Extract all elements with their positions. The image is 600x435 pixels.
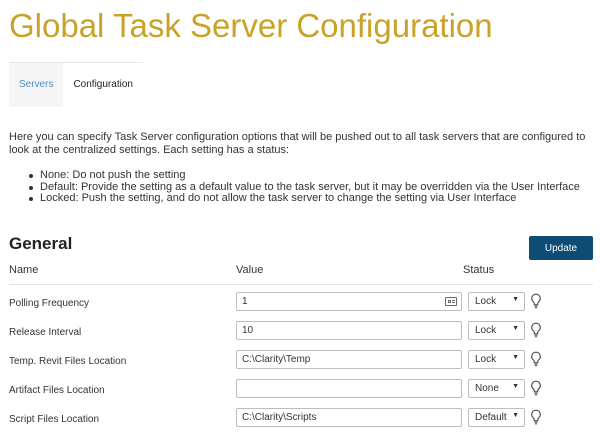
script-files-location-status-select[interactable]: Default ▼: [468, 408, 525, 427]
lightbulb-icon[interactable]: [530, 409, 542, 425]
tab-servers[interactable]: Servers: [9, 63, 64, 107]
script-files-location-input[interactable]: [236, 408, 462, 427]
column-header-status: Status: [463, 264, 495, 276]
setting-row-script-files-location: Script Files Location Default ▼: [0, 406, 600, 435]
section-title-general: General: [9, 234, 73, 253]
setting-label: Release Interval: [9, 327, 82, 338]
setting-row-temp-revit-files-location: Temp. Revit Files Location Lock ▼: [0, 348, 600, 377]
setting-label: Script Files Location: [9, 414, 100, 425]
setting-row-release-interval: Release Interval Lock ▼: [0, 319, 600, 348]
lightbulb-icon[interactable]: [530, 322, 542, 338]
release-interval-input[interactable]: [236, 321, 462, 340]
status-value: Lock: [475, 325, 497, 336]
temp-revit-files-location-input[interactable]: [236, 350, 462, 369]
page-title: Global Task Server Configuration: [9, 7, 493, 44]
polling-frequency-status-select[interactable]: Lock ▼: [468, 292, 525, 311]
caret-down-icon: ▼: [512, 354, 519, 361]
release-interval-status-select[interactable]: Lock ▼: [468, 321, 525, 340]
setting-row-polling-frequency: Polling Frequency Lock ▼: [0, 290, 600, 319]
setting-label: Polling Frequency: [9, 298, 90, 309]
setting-row-artifact-files-location: Artifact Files Location None ▼: [0, 377, 600, 406]
lightbulb-icon[interactable]: [530, 293, 542, 309]
number-keypad-icon[interactable]: [445, 297, 457, 306]
caret-down-icon: ▼: [512, 383, 519, 390]
status-legend: None: Do not push the setting Default: P…: [29, 169, 580, 205]
caret-down-icon: ▼: [512, 412, 519, 419]
artifact-files-location-status-select[interactable]: None ▼: [468, 379, 525, 398]
column-header-name: Name: [9, 264, 39, 276]
status-value: Default: [475, 412, 507, 423]
status-value: Lock: [475, 354, 497, 365]
setting-label: Artifact Files Location: [9, 385, 105, 396]
caret-down-icon: ▼: [512, 325, 519, 332]
lightbulb-icon[interactable]: [530, 380, 542, 396]
update-button[interactable]: Update: [529, 236, 593, 260]
temp-revit-files-location-status-select[interactable]: Lock ▼: [468, 350, 525, 369]
lightbulb-icon[interactable]: [530, 351, 542, 367]
column-header-value: Value: [236, 264, 264, 276]
legend-none: None: Do not push the setting: [29, 169, 580, 182]
legend-locked: Locked: Push the setting, and do not all…: [29, 192, 580, 205]
intro-text: Here you can specify Task Server configu…: [9, 131, 586, 156]
caret-down-icon: ▼: [512, 296, 519, 303]
setting-label: Temp. Revit Files Location: [9, 356, 127, 367]
header-divider: [9, 284, 593, 285]
tab-configuration[interactable]: Configuration: [63, 63, 143, 107]
tab-bar: Servers Configuration: [9, 62, 143, 107]
status-value: Lock: [475, 296, 497, 307]
status-value: None: [475, 383, 499, 394]
polling-frequency-input[interactable]: [236, 292, 462, 311]
artifact-files-location-input[interactable]: [236, 379, 462, 398]
